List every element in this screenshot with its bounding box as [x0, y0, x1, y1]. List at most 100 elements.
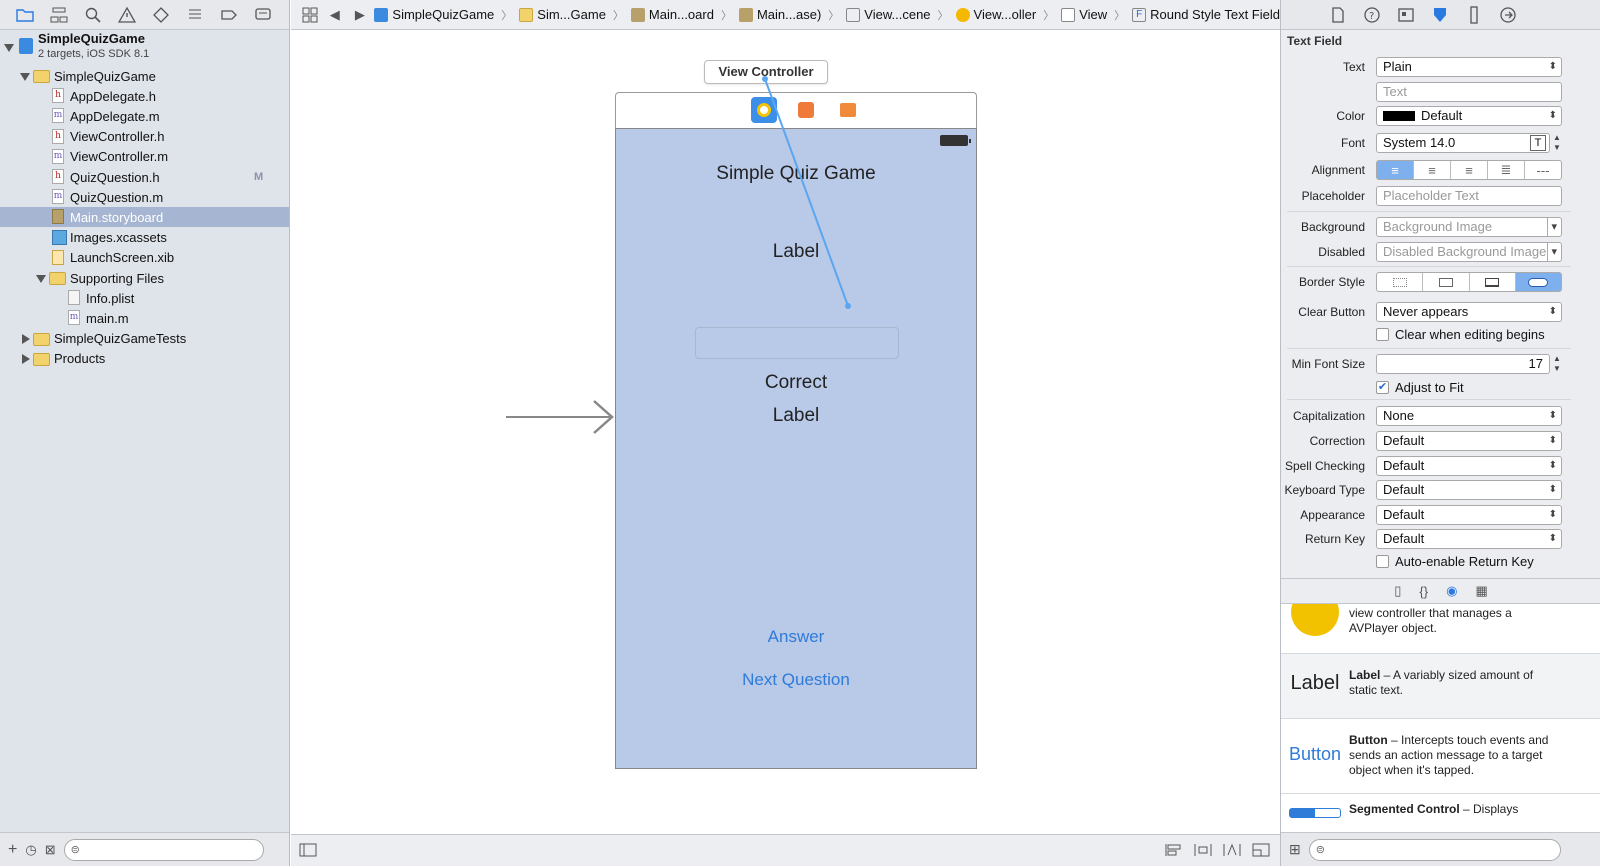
auto-return-checkbox-row[interactable]: Auto-enable Return Key: [1376, 551, 1534, 571]
correction-popup[interactable]: Default: [1376, 431, 1562, 451]
spell-checking-popup[interactable]: Default: [1376, 456, 1562, 476]
tree-item[interactable]: m ViewController.m: [0, 147, 289, 167]
tree-item[interactable]: h ViewController.h: [0, 127, 289, 147]
file-inspector-icon[interactable]: [1327, 4, 1349, 26]
scm-filter-icon[interactable]: ⊠: [45, 842, 56, 858]
library-item-avplayer[interactable]: view controller that manages a AVPlayer …: [1281, 604, 1600, 654]
correct-label[interactable]: Correct: [616, 372, 976, 394]
text-style-popup[interactable]: Plain: [1376, 57, 1562, 77]
document-outline-toggle-icon[interactable]: [299, 843, 319, 859]
code-snippet-library-icon[interactable]: {}: [1419, 584, 1428, 599]
scene-title-badge[interactable]: View Controller: [704, 60, 828, 84]
tree-item[interactable]: Products: [0, 349, 289, 369]
view-controller-view[interactable]: Simple Quiz Game Label Correct Label Ans…: [615, 128, 977, 769]
forward-icon[interactable]: ▶: [349, 3, 370, 27]
disclosure-closed-icon[interactable]: [20, 353, 30, 364]
breadcrumb-storyboard[interactable]: Main...oard: [630, 7, 714, 22]
hierarchy-icon[interactable]: [48, 4, 70, 26]
recent-files-icon[interactable]: ◷: [25, 842, 36, 858]
tree-item[interactable]: h AppDelegate.h: [0, 86, 289, 106]
font-field[interactable]: System 14.0 T: [1376, 133, 1550, 153]
resizing-icon[interactable]: [1252, 843, 1272, 859]
auto-return-checkbox[interactable]: [1376, 554, 1389, 568]
library-item-button[interactable]: Button Button – Intercepts touch events …: [1281, 719, 1600, 794]
entry-point-arrow-icon[interactable]: [506, 399, 616, 439]
back-icon[interactable]: ◀: [324, 3, 345, 27]
breadcrumb-project[interactable]: SimpleQuizGame: [374, 7, 494, 22]
folder-icon[interactable]: [14, 4, 36, 26]
first-responder-icon[interactable]: [793, 97, 819, 123]
tree-item[interactable]: Images.xcassets: [0, 228, 289, 248]
adjust-fit-checkbox[interactable]: ✔: [1376, 380, 1389, 394]
library-item-segmented-control[interactable]: Segmented Control – Displays: [1281, 794, 1600, 832]
breadcrumb-view-controller[interactable]: View...oller: [955, 7, 1036, 22]
tree-item[interactable]: m main.m: [0, 308, 289, 328]
search-icon[interactable]: [82, 4, 104, 26]
breadcrumb-view[interactable]: View: [1061, 7, 1107, 22]
align-justify-icon[interactable]: ≣: [1488, 161, 1525, 179]
pin-icon[interactable]: [1194, 843, 1214, 859]
border-bezel-icon[interactable]: [1470, 273, 1516, 291]
debug-icon[interactable]: [184, 4, 206, 26]
breadcrumb-storyboard-base[interactable]: Main...ase): [738, 7, 821, 22]
min-font-input[interactable]: 17: [1376, 354, 1550, 374]
return-key-popup[interactable]: Default: [1376, 529, 1562, 549]
align-right-icon[interactable]: ≡: [1451, 161, 1488, 179]
grid-view-icon[interactable]: ⊞: [1289, 841, 1301, 858]
question-label[interactable]: Label: [616, 241, 976, 263]
tree-item[interactable]: SimpleQuizGameTests: [0, 329, 289, 349]
disclosure-open-icon[interactable]: [20, 71, 30, 81]
view-controller-icon[interactable]: [751, 97, 777, 123]
tree-item[interactable]: h QuizQuestion.h M: [0, 167, 289, 187]
align-center-icon[interactable]: ≡: [1414, 161, 1451, 179]
size-inspector-icon[interactable]: [1463, 4, 1485, 26]
quiz-title-label[interactable]: Simple Quiz Game: [616, 163, 976, 185]
result-label[interactable]: Label: [616, 405, 976, 427]
storyboard-canvas[interactable]: View Controller Simple Quiz Game Label C…: [291, 31, 1280, 834]
navigator-filter-input[interactable]: ⊜: [63, 838, 264, 861]
border-line-icon[interactable]: [1423, 273, 1470, 291]
disclosure-open-icon[interactable]: [36, 273, 46, 283]
log-icon[interactable]: [252, 4, 274, 26]
text-value-input[interactable]: Text: [1376, 82, 1562, 102]
next-question-button[interactable]: Next Question: [616, 670, 976, 690]
tree-item[interactable]: SimpleQuizGame: [0, 66, 289, 86]
tree-item[interactable]: Main.storyboard: [0, 207, 289, 228]
warning-icon[interactable]: [116, 4, 138, 26]
breadcrumb-scene[interactable]: View...cene: [846, 7, 931, 22]
object-library-icon[interactable]: ◉: [1446, 583, 1457, 599]
appearance-popup[interactable]: Default: [1376, 505, 1562, 525]
tree-item[interactable]: Supporting Files: [0, 268, 289, 288]
tree-item[interactable]: LaunchScreen.xib: [0, 248, 289, 268]
project-root[interactable]: SimpleQuizGame 2 targets, iOS SDK 8.1: [0, 31, 289, 63]
color-popup[interactable]: Default: [1376, 106, 1562, 126]
connections-inspector-icon[interactable]: [1497, 4, 1519, 26]
exit-icon[interactable]: [835, 97, 861, 123]
breadcrumb-group[interactable]: Sim...Game: [519, 7, 606, 22]
help-icon[interactable]: ?: [1361, 4, 1383, 26]
add-icon[interactable]: +: [8, 841, 17, 859]
file-template-library-icon[interactable]: ▯: [1394, 583, 1401, 599]
tree-item[interactable]: m AppDelegate.m: [0, 106, 289, 126]
font-picker-icon[interactable]: T: [1530, 135, 1546, 151]
capitalization-popup[interactable]: None: [1376, 406, 1562, 426]
clear-button-popup[interactable]: Never appears: [1376, 302, 1562, 322]
background-image-combo[interactable]: Background Image: [1376, 217, 1562, 237]
adjust-fit-checkbox-row[interactable]: ✔ Adjust to Fit: [1376, 377, 1464, 397]
border-rounded-icon[interactable]: [1515, 273, 1561, 291]
tree-item[interactable]: Info.plist: [0, 288, 289, 308]
align-left-icon[interactable]: ≡: [1377, 161, 1414, 179]
library-filter-input[interactable]: ⊜: [1308, 838, 1561, 861]
keyboard-type-popup[interactable]: Default: [1376, 480, 1562, 500]
align-icon[interactable]: [1165, 843, 1185, 859]
attributes-inspector-icon[interactable]: [1429, 4, 1451, 26]
breadcrumb-text-field[interactable]: F Round Style Text Field: [1132, 7, 1280, 22]
resolve-issues-icon[interactable]: [1223, 843, 1243, 859]
min-font-stepper-icon[interactable]: ▲ ▼: [1553, 354, 1563, 374]
border-none-icon[interactable]: [1377, 273, 1424, 291]
font-stepper-icon[interactable]: ▲ ▼: [1553, 133, 1563, 153]
answer-text-field[interactable]: [695, 327, 899, 359]
media-library-icon[interactable]: ▦: [1475, 583, 1487, 599]
test-diamond-icon[interactable]: [150, 4, 172, 26]
align-natural-icon[interactable]: ---: [1525, 161, 1561, 179]
